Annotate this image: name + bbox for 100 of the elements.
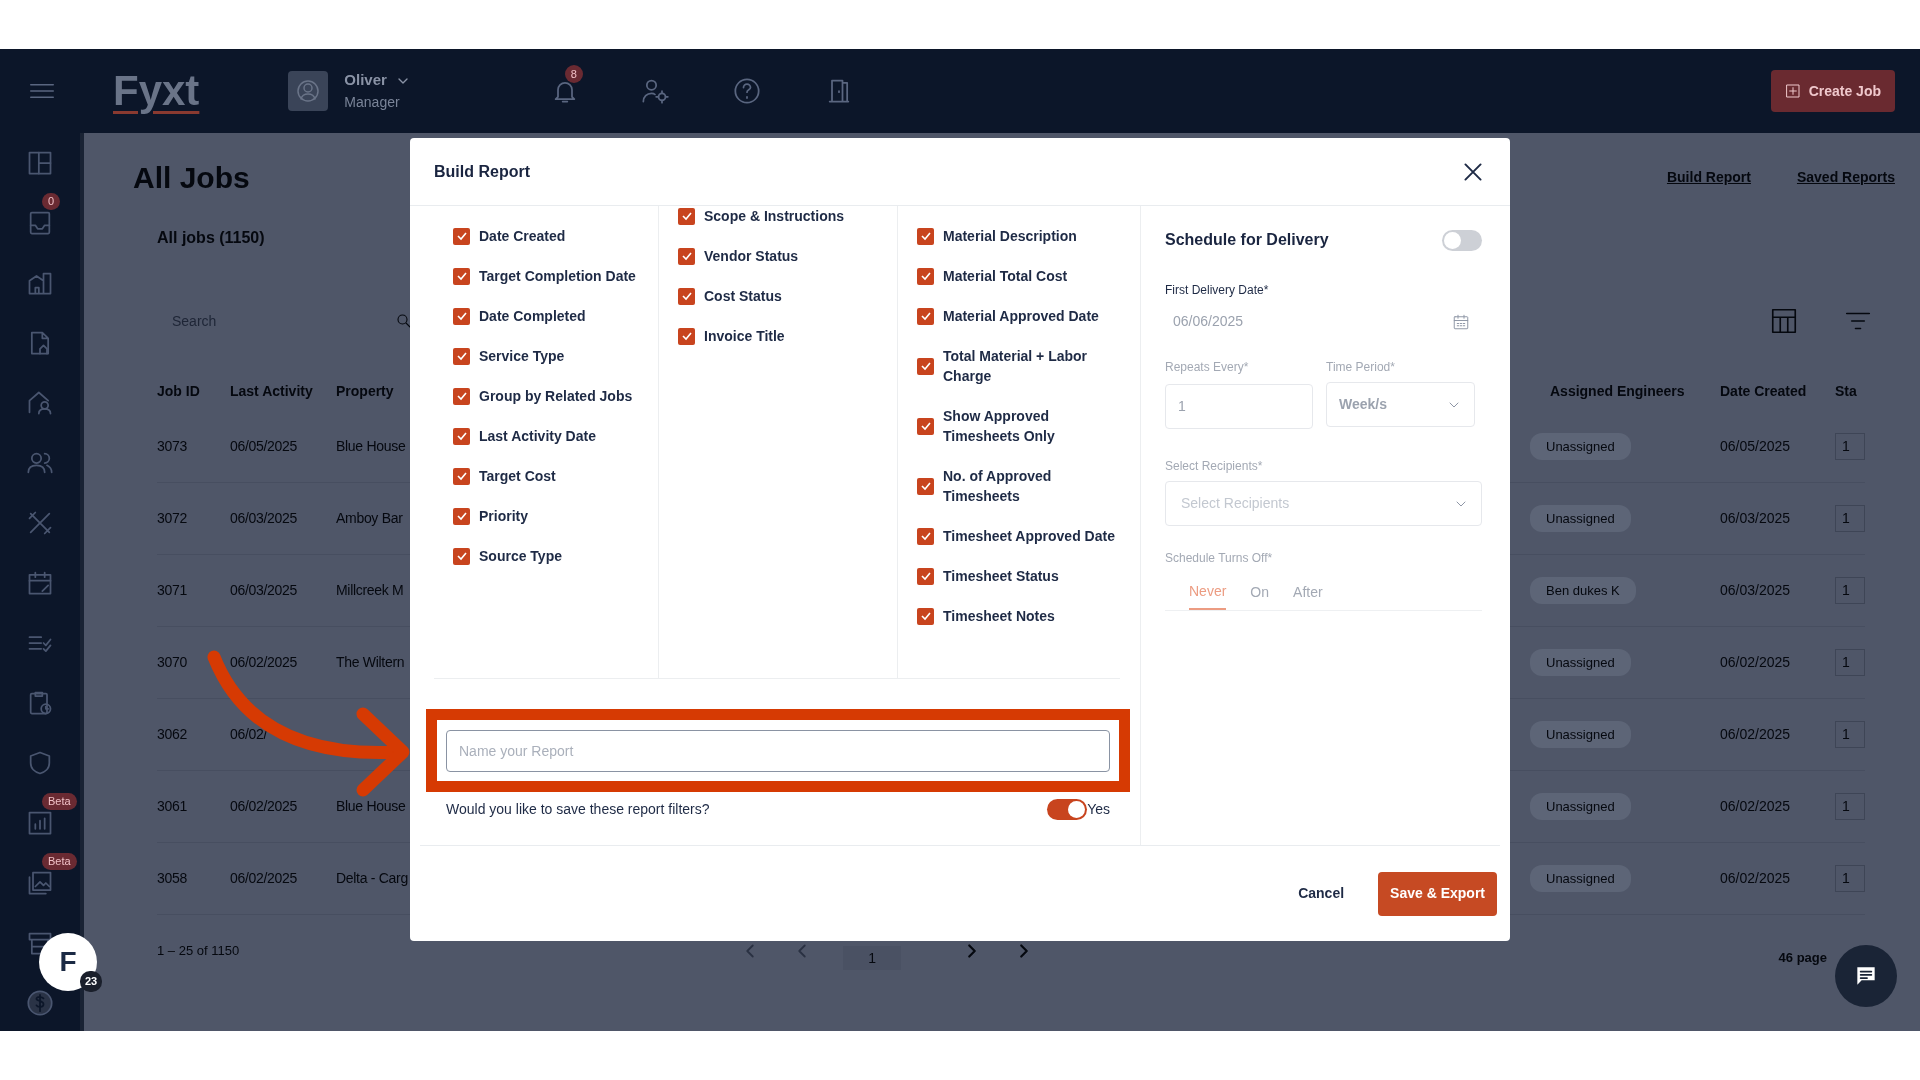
tools-icon[interactable]	[26, 509, 54, 537]
table-cell-text: 06/02/	[230, 725, 269, 744]
tab[interactable]: After	[1293, 575, 1323, 610]
checkmark-icon	[455, 350, 468, 362]
checkbox[interactable]	[678, 327, 695, 345]
date-field[interactable]: 06/06/2025	[1165, 299, 1482, 344]
sidebar-badge: Beta	[42, 853, 77, 870]
table-cell: 1	[1835, 793, 1865, 820]
checkbox[interactable]	[453, 387, 470, 405]
column-header[interactable]: Date Created	[1720, 380, 1835, 402]
engineer-tag: Unassigned	[1530, 864, 1631, 893]
checkbox[interactable]	[917, 567, 934, 585]
checkbox[interactable]	[917, 267, 934, 285]
field-value: Week/s	[1339, 395, 1387, 414]
dollar-icon[interactable]	[26, 989, 54, 1017]
column-header[interactable]: Property	[336, 380, 408, 402]
table-cell-text: The Wiltern	[336, 653, 406, 672]
calendar-icon[interactable]	[26, 569, 54, 597]
checkbox-label: Timesheet Status	[943, 567, 1059, 586]
header-link[interactable]: Build Report	[1666, 166, 1751, 188]
checkbox[interactable]	[453, 267, 470, 285]
chart-icon[interactable]	[26, 809, 54, 837]
notification-badge: 8	[564, 65, 583, 83]
checkbox[interactable]	[453, 427, 470, 445]
table-columns-icon[interactable]	[1769, 306, 1799, 336]
table-cell: 1	[1835, 721, 1865, 748]
table-cell-text: Millcreek M	[336, 581, 405, 600]
engineer-tag: Unassigned	[1530, 792, 1631, 821]
table-cell-text: Blue House	[336, 437, 407, 456]
column-header[interactable]: Last Activity	[230, 380, 336, 402]
create-job-button[interactable]: Create Job	[1770, 70, 1895, 112]
checkbox[interactable]	[917, 607, 934, 625]
checkmark-icon	[919, 530, 932, 542]
table-cell-text: Amboy Bar	[336, 509, 404, 528]
checkbox[interactable]	[917, 227, 934, 245]
checkbox[interactable]	[917, 477, 934, 495]
period-select[interactable]: Week/s	[1326, 382, 1475, 427]
field-label: Select Recipients*	[1165, 458, 1264, 475]
table-cell-text: 3062	[157, 725, 188, 744]
tab[interactable]: On	[1250, 575, 1270, 610]
save-export-button[interactable]: Save & Export	[1378, 871, 1497, 916]
column-header[interactable]: Sta	[1835, 380, 1865, 402]
image-icon[interactable]	[26, 869, 54, 897]
page-select[interactable]: 1	[843, 946, 902, 970]
checkbox[interactable]	[453, 347, 470, 365]
checkbox[interactable]	[453, 227, 470, 245]
checkmark-icon	[919, 480, 932, 492]
field-placeholder: Select Recipients	[1181, 494, 1290, 513]
cancel-button[interactable]: Cancel	[1292, 882, 1351, 905]
calendar-icon[interactable]	[1452, 312, 1470, 331]
jobs-count: All jobs (1150)	[157, 228, 265, 248]
checkbox-label: Show Approved Timesheets Only	[943, 407, 1056, 446]
recipients-select[interactable]: Select Recipients	[1165, 481, 1482, 526]
toggle-switch[interactable]	[1442, 229, 1482, 251]
user-settings-icon[interactable]	[640, 77, 669, 105]
pagination-range: 1 – 25 of 1150	[157, 942, 240, 961]
tab[interactable]: Never	[1189, 575, 1227, 610]
checkmark-icon	[455, 310, 468, 322]
table-cell-text: 06/03/2025	[1720, 581, 1792, 600]
field-label: Time Period*	[1326, 359, 1396, 376]
layout-icon[interactable]	[26, 149, 54, 177]
checkbox[interactable]	[917, 307, 934, 325]
table-cell-text: 06/03/2025	[230, 509, 299, 528]
home-user-icon[interactable]	[26, 389, 54, 417]
table-cell-text: 06/03/2025	[1720, 509, 1792, 528]
user-name[interactable]: Oliver	[344, 69, 387, 92]
table-cell: 1	[1835, 577, 1865, 604]
table-cell: 1	[1835, 505, 1865, 532]
header-link[interactable]: Saved Reports	[1796, 166, 1895, 188]
toggle-switch[interactable]	[1047, 799, 1088, 820]
name-field[interactable]: Name your Report	[446, 730, 1110, 772]
checkbox[interactable]	[917, 417, 934, 435]
checkbox[interactable]	[678, 207, 695, 225]
help-icon[interactable]	[732, 77, 761, 105]
checkbox-label: Source Type	[479, 547, 562, 566]
number-field[interactable]: 1	[1165, 384, 1313, 429]
checkbox-label: Material Total Cost	[943, 267, 1068, 286]
column-header[interactable]: Job ID	[157, 380, 230, 402]
checkmark-icon	[919, 230, 932, 242]
table-cell-text: 06/02/2025	[230, 869, 299, 888]
checkbox[interactable]	[678, 287, 695, 305]
checkbox-label: Scope & Instructions	[704, 207, 845, 226]
search-icon[interactable]	[395, 312, 413, 330]
sidebar-badge: 0	[42, 193, 61, 210]
question-text: Would you like to save these report filters?	[446, 800, 710, 819]
checkbox-label: Priority	[479, 507, 528, 526]
checkbox-label: Material Description	[943, 227, 1077, 246]
checkbox[interactable]	[453, 547, 470, 565]
checkbox[interactable]	[453, 507, 470, 525]
table-cell-text: 06/02/2025	[1720, 725, 1792, 744]
checkbox[interactable]	[453, 467, 470, 485]
checkbox[interactable]	[917, 357, 934, 375]
table-cell-text: Blue House	[336, 797, 407, 816]
column-header[interactable]: Assigned Engineers	[1550, 380, 1720, 402]
checkbox-label: No. of Approved Timesheets	[943, 467, 1053, 506]
checkbox[interactable]	[453, 307, 470, 325]
checkbox-label: Last Activity Date	[479, 427, 596, 446]
checkbox[interactable]	[917, 527, 934, 545]
table-cell-text: 3061	[157, 797, 188, 816]
checkbox[interactable]	[678, 247, 695, 265]
